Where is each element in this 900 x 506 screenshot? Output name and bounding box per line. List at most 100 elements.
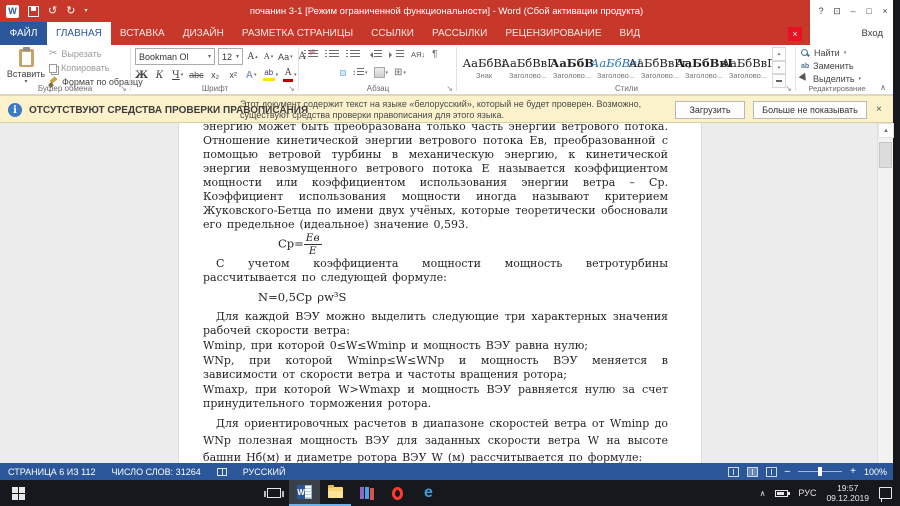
text-effects-button[interactable]: А▾ (245, 67, 258, 83)
taskbar-edge[interactable]: e (413, 480, 444, 506)
taskbar-winrar[interactable] (351, 480, 382, 506)
action-center-icon[interactable] (879, 487, 892, 499)
taskbar-opera[interactable] (382, 480, 413, 506)
task-view-button[interactable] (258, 480, 289, 506)
title-bar: W ↺ ↻ ▾ почанин 3-1 [Режим ограниченной … (0, 0, 893, 22)
folder-icon (328, 487, 343, 498)
save-icon[interactable] (28, 6, 39, 17)
sign-in-link[interactable]: Вход (862, 28, 884, 39)
zoom-slider[interactable] (798, 471, 842, 472)
tab-home[interactable]: ГЛАВНАЯ (47, 22, 111, 45)
taskbar-word[interactable]: W (289, 480, 320, 506)
align-right-button[interactable] (328, 70, 334, 76)
zoom-in-button[interactable]: + (850, 466, 856, 477)
superscript-button[interactable]: x² (227, 67, 240, 83)
maximize-button[interactable]: □ (861, 0, 877, 22)
tab-references[interactable]: ССЫЛКИ (362, 22, 423, 45)
multilevel-list-button[interactable] (346, 50, 360, 59)
zoom-slider-thumb[interactable] (818, 467, 822, 476)
style-card[interactable]: АаБбВвГЗаголово... (506, 47, 550, 88)
tab-design[interactable]: ДИЗАЙН (174, 22, 233, 45)
clock[interactable]: 19:57 09.12.2019 (826, 483, 869, 503)
start-button[interactable] (12, 487, 18, 493)
line-spacing-button[interactable]: ↕▾ (352, 68, 368, 77)
word-app-icon[interactable]: W (6, 5, 19, 18)
styles-gallery: АаБбВіЗнак АаБбВвГЗаголово... АаБбВЗагол… (462, 47, 770, 88)
zoom-out-button[interactable]: – (785, 466, 791, 477)
borders-button[interactable]: ⊞▾ (394, 67, 406, 78)
taskbar-explorer[interactable] (320, 480, 351, 506)
close-button[interactable]: × (877, 0, 893, 22)
shading-button[interactable]: ▾ (374, 67, 389, 78)
shrink-font-button[interactable]: А▾ (262, 49, 275, 65)
replace-label: Заменить (813, 61, 853, 71)
underline-button[interactable]: Ч▾ (171, 67, 184, 83)
input-language[interactable]: РУС (798, 488, 816, 498)
style-card[interactable]: АаБбВвГЗаголово... (726, 47, 770, 88)
redo-icon[interactable]: ↻ (66, 6, 75, 17)
gallery-down-button[interactable]: ▾ (772, 61, 786, 75)
document-page[interactable]: энергию может быть преобразована только … (178, 123, 702, 463)
replace-button[interactable]: ab Заменить (801, 60, 861, 72)
italic-button[interactable]: К (153, 67, 166, 83)
scrollbar-thumb[interactable] (879, 142, 892, 168)
clipboard-dialog-launcher[interactable]: ↘ (120, 84, 127, 93)
font-family-combo[interactable]: Bookman Ol ▾ (135, 48, 215, 65)
web-layout-button[interactable] (766, 467, 777, 477)
change-case-button[interactable]: Аа▾ (278, 49, 293, 65)
undo-icon[interactable]: ↺ (48, 6, 57, 17)
justify-button[interactable] (340, 70, 346, 76)
paragraph: Для ориентировочных расчетов в диапазоне… (203, 415, 668, 463)
tab-view[interactable]: ВИД (611, 22, 650, 45)
ribbon-display-options-button[interactable]: ⊡ (829, 0, 845, 22)
style-card[interactable]: АаБбВіЗнак (462, 47, 506, 88)
highlight-color-button[interactable]: ab▾ (263, 67, 279, 83)
numbering-button[interactable] (325, 50, 339, 59)
style-card[interactable]: АаБбВвІЗаголово... (682, 47, 726, 88)
bullets-button[interactable] (304, 50, 318, 59)
align-left-button[interactable] (304, 70, 310, 76)
increase-indent-button[interactable] (389, 50, 404, 59)
cut-button[interactable]: ✂ Вырезать (49, 48, 143, 60)
battery-icon[interactable] (775, 490, 788, 497)
styles-dialog-launcher[interactable]: ↘ (785, 84, 792, 93)
font-dialog-launcher[interactable]: ↘ (288, 84, 295, 93)
vertical-scrollbar[interactable]: ▲ (877, 123, 893, 463)
document-close-button[interactable]: × (788, 27, 802, 41)
tab-insert[interactable]: ВСТАВКА (111, 22, 174, 45)
collapse-ribbon-button[interactable]: ∧ (880, 83, 886, 92)
download-button[interactable]: Загрузить (675, 101, 745, 119)
decrease-indent-button[interactable] (367, 50, 382, 59)
strikethrough-button[interactable]: abc (189, 67, 204, 83)
read-mode-button[interactable] (728, 467, 739, 477)
proofing-status-icon[interactable] (217, 468, 227, 476)
page-indicator[interactable]: СТРАНИЦА 6 ИЗ 112 (8, 467, 96, 477)
tab-file[interactable]: ФАЙЛ (0, 22, 47, 45)
sort-button[interactable]: АЯ↓ (411, 50, 425, 59)
font-size-combo[interactable]: 12 ▾ (218, 48, 243, 65)
find-button[interactable]: Найти ▾ (801, 47, 861, 59)
dismiss-button[interactable]: Больше не показывать (753, 101, 867, 119)
paragraph-dialog-launcher[interactable]: ↘ (446, 84, 453, 93)
show-marks-button[interactable]: ¶ (432, 49, 437, 60)
language-indicator[interactable]: РУССКИЙ (243, 467, 286, 477)
style-card[interactable]: АаБбВЗаголово... (550, 47, 594, 88)
word-count[interactable]: ЧИСЛО СЛОВ: 31264 (112, 467, 201, 477)
align-center-button[interactable] (316, 70, 322, 76)
warning-close-icon[interactable]: × (876, 104, 882, 115)
tab-review[interactable]: РЕЦЕНЗИРОВАНИЕ (496, 22, 610, 45)
hidden-icons-chevron[interactable]: ∧ (760, 489, 766, 498)
help-button[interactable]: ? (813, 0, 829, 22)
scroll-up-icon[interactable]: ▲ (878, 123, 894, 138)
minimize-button[interactable]: – (845, 0, 861, 22)
subscript-button[interactable]: x₂ (209, 67, 222, 83)
font-color-button[interactable]: А▾ (283, 67, 297, 83)
copy-button[interactable]: Копировать (49, 62, 143, 74)
tab-mailings[interactable]: РАССЫЛКИ (423, 22, 496, 45)
tab-page-layout[interactable]: РАЗМЕТКА СТРАНИЦЫ (233, 22, 362, 45)
print-layout-button[interactable] (747, 467, 758, 477)
bold-button[interactable]: Ж (135, 67, 148, 83)
gallery-up-button[interactable]: ▴ (772, 47, 786, 61)
grow-font-button[interactable]: А▴ (246, 49, 259, 65)
zoom-level[interactable]: 100% (864, 467, 887, 477)
